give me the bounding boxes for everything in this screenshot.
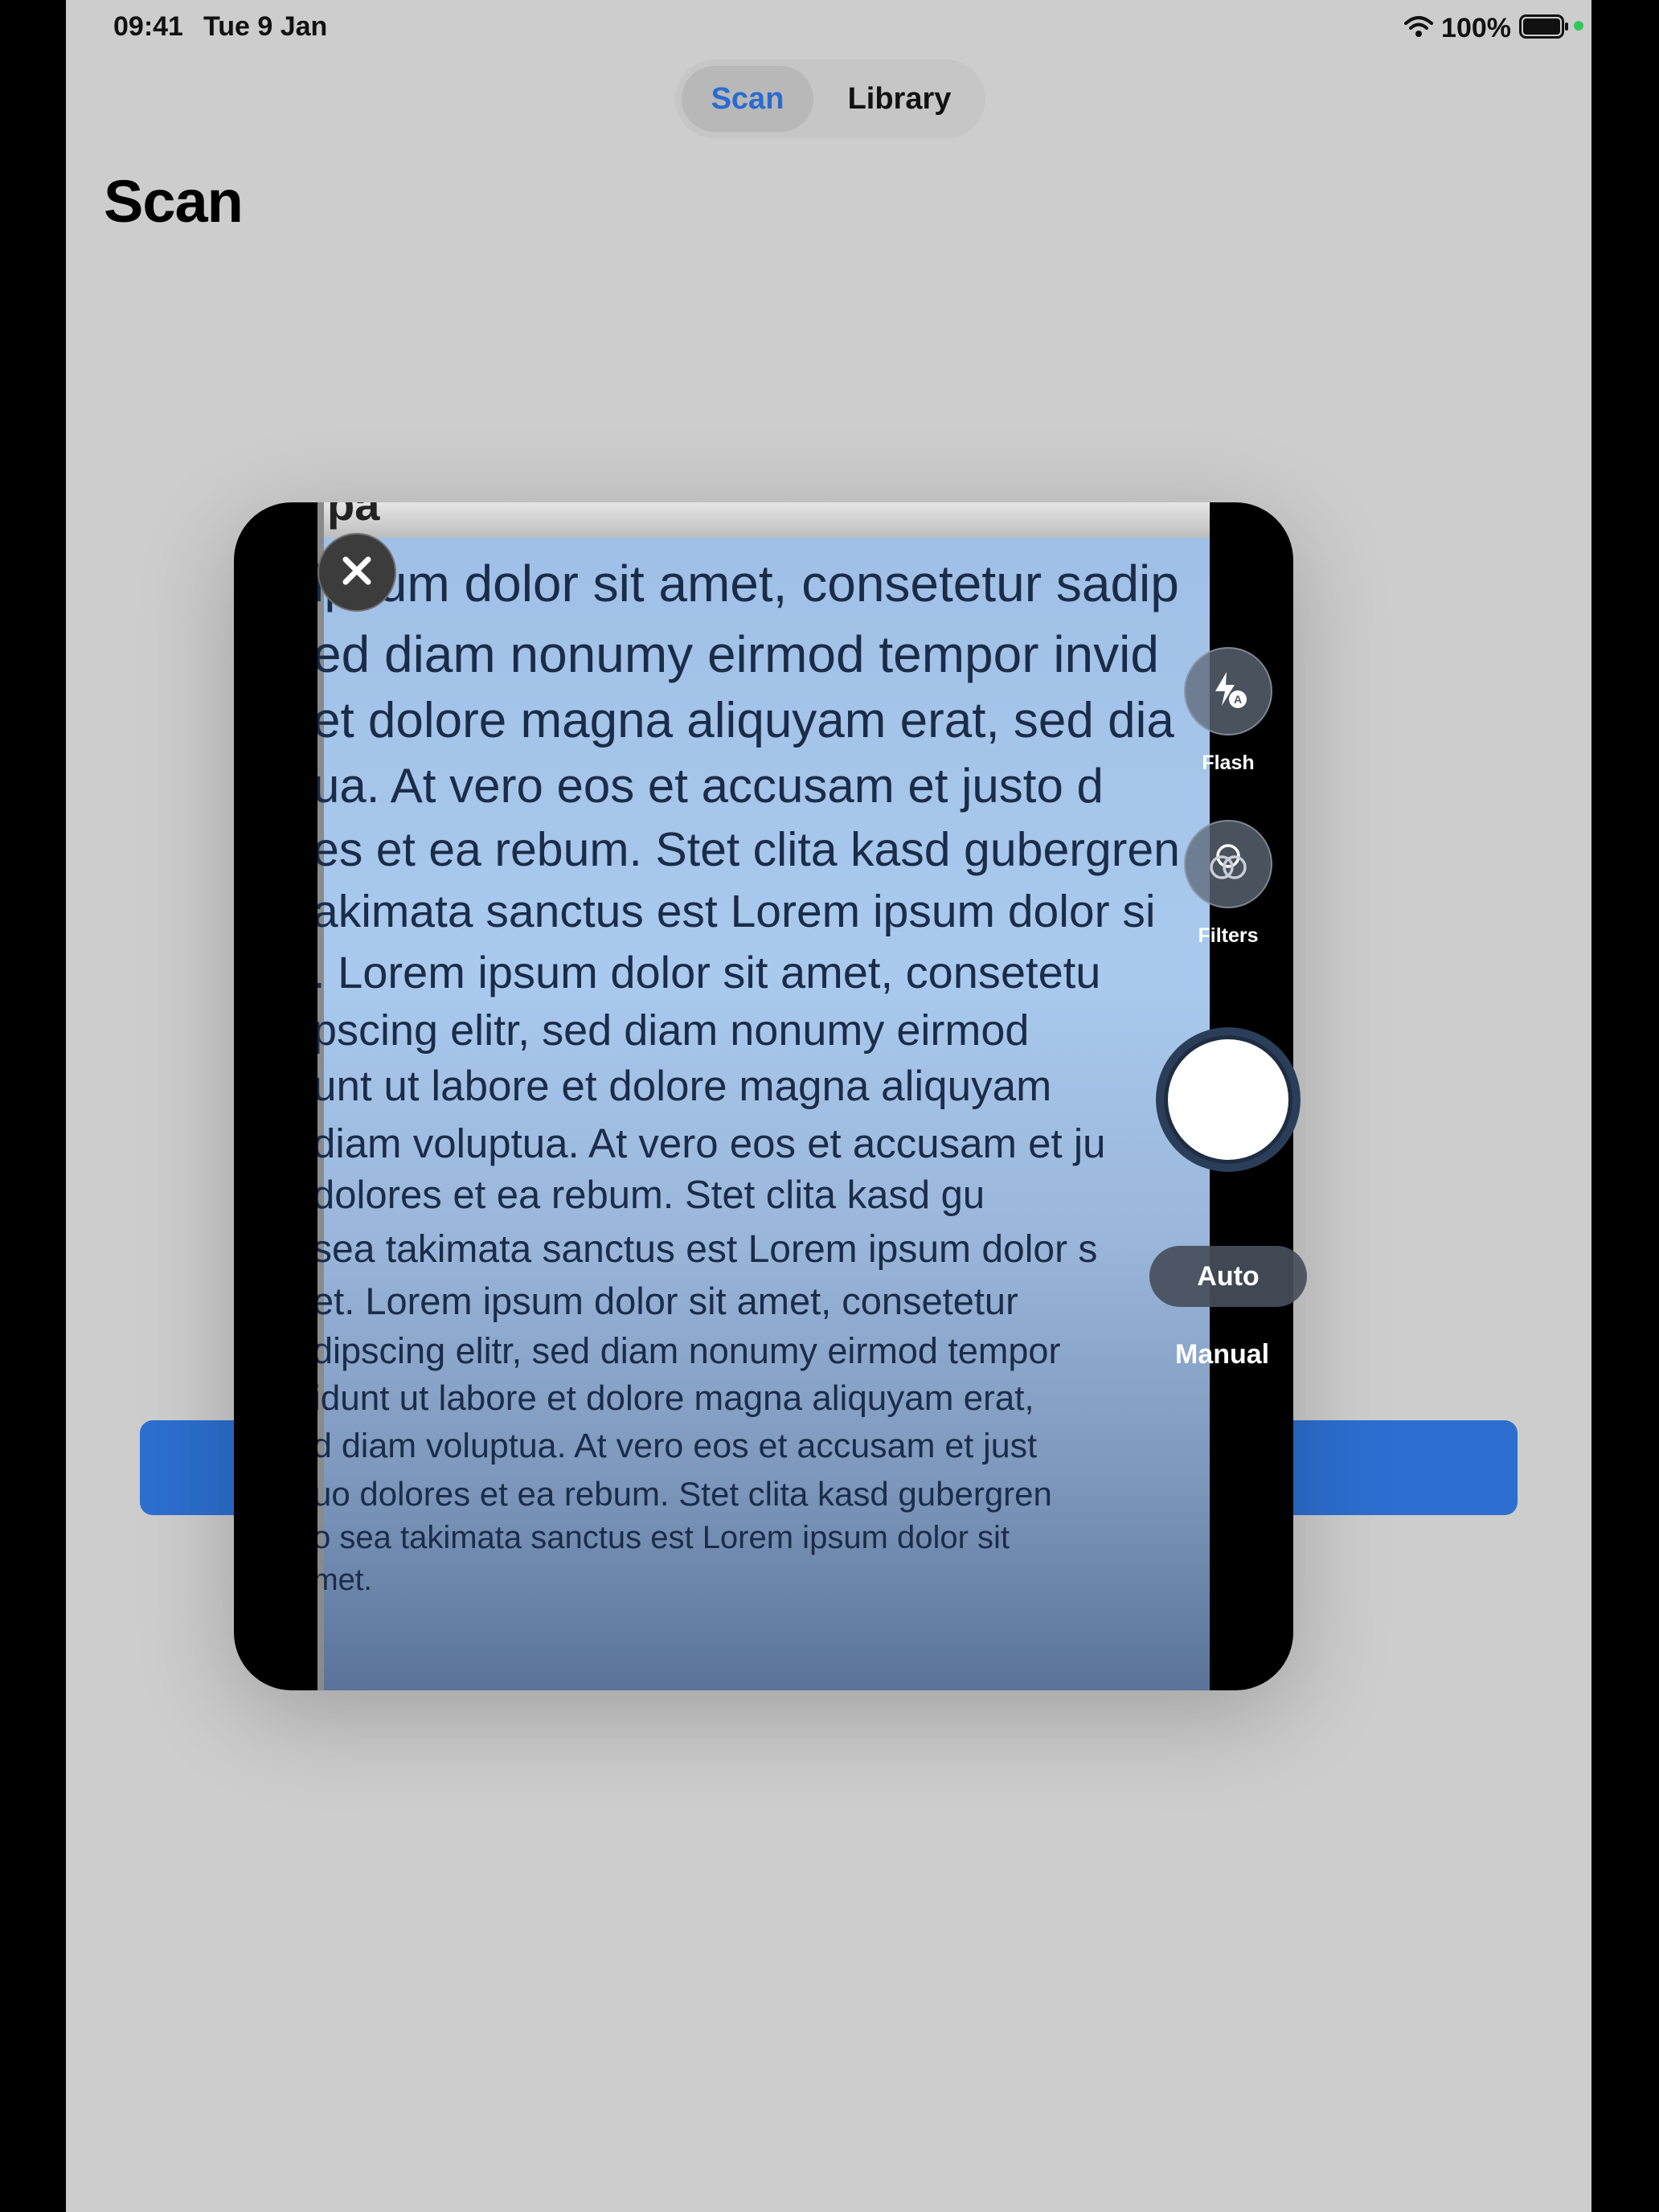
document-text-line: unt ut labore et dolore magna aliquyam bbox=[317, 1063, 1052, 1110]
filters-label: Filters bbox=[1198, 924, 1259, 947]
document-scanner-sheet: pa ipsum dolor sit amet, consetetur sadi… bbox=[234, 502, 1293, 1690]
camera-viewfinder: pa ipsum dolor sit amet, consetetur sadi… bbox=[317, 502, 1210, 1690]
document-text-line: dolores et ea rebum. Stet clita kasd gu bbox=[317, 1174, 985, 1217]
status-time: 09:41 bbox=[113, 11, 183, 42]
document-text-line: uo dolores et ea rebum. Stet clita kasd … bbox=[317, 1475, 1052, 1513]
document-text-line: et. Lorem ipsum dolor sit amet, consetet… bbox=[317, 1280, 1018, 1322]
document-text-line: ua. At vero eos et accusam et justo d bbox=[317, 759, 1104, 813]
filters-button[interactable] bbox=[1184, 820, 1272, 908]
flash-auto-icon: A bbox=[1206, 667, 1251, 716]
document-text: ipsum dolor sit amet, consetetur sadip ed… bbox=[317, 502, 1210, 1690]
page-title: Scan bbox=[104, 168, 244, 235]
document-text-line: pscing elitr, sed diam nonumy eirmod bbox=[317, 1006, 1030, 1055]
document-text-line: o sea takimata sanctus est Lorem ipsum d… bbox=[317, 1520, 1010, 1555]
document-text-line: diam voluptua. At vero eos et accusam et… bbox=[317, 1120, 1106, 1166]
document-text-line: ipsum dolor sit amet, consetetur sadip bbox=[317, 555, 1179, 612]
close-button[interactable] bbox=[317, 533, 396, 612]
document-text-line: . Lorem ipsum dolor sit amet, consetetu bbox=[317, 947, 1101, 997]
privacy-indicator bbox=[1574, 20, 1583, 31]
document-text-line: d diam voluptua. At vero eos et accusam … bbox=[317, 1427, 1038, 1465]
svg-text:A: A bbox=[1234, 693, 1242, 706]
close-icon bbox=[339, 553, 375, 592]
status-date: Tue 9 Jan bbox=[203, 11, 328, 42]
tab-library[interactable]: Library bbox=[820, 66, 979, 132]
wifi-icon bbox=[1404, 15, 1434, 42]
flash-button[interactable]: A bbox=[1184, 647, 1272, 735]
segmented-control: Scan Library bbox=[675, 59, 985, 138]
status-bar: 09:41 Tue 9 Jan 100% bbox=[66, 0, 1591, 58]
shutter-inner bbox=[1168, 1039, 1288, 1160]
document-text-line: et dolore magna aliquyam erat, sed dia bbox=[317, 693, 1174, 748]
document-text-line: es et ea rebum. Stet clita kasd gubergre… bbox=[317, 823, 1180, 876]
auto-mode-button[interactable]: Auto bbox=[1149, 1246, 1307, 1307]
status-indicators: 100% bbox=[1404, 10, 1583, 47]
flash-label: Flash bbox=[1202, 752, 1255, 774]
tab-scan[interactable]: Scan bbox=[682, 66, 813, 132]
document-text-line: akimata sanctus est Lorem ipsum dolor si bbox=[317, 886, 1156, 937]
manual-mode-button[interactable]: Manual bbox=[1175, 1339, 1269, 1370]
document-text-line: sea takimata sanctus est Lorem ipsum dol… bbox=[317, 1228, 1098, 1271]
document-text-line: dipscing elitr, sed diam nonumy eirmod t… bbox=[317, 1330, 1061, 1371]
battery-icon bbox=[1519, 14, 1583, 43]
document-text-line: ed diam nonumy eirmod tempor invid bbox=[317, 625, 1159, 683]
document-text-line: idunt ut labore et dolore magna aliquyam… bbox=[317, 1378, 1034, 1418]
shutter-button[interactable] bbox=[1156, 1027, 1301, 1172]
document-text-line: met. bbox=[317, 1563, 372, 1597]
filters-icon bbox=[1206, 840, 1251, 889]
battery-percentage: 100% bbox=[1441, 12, 1511, 43]
